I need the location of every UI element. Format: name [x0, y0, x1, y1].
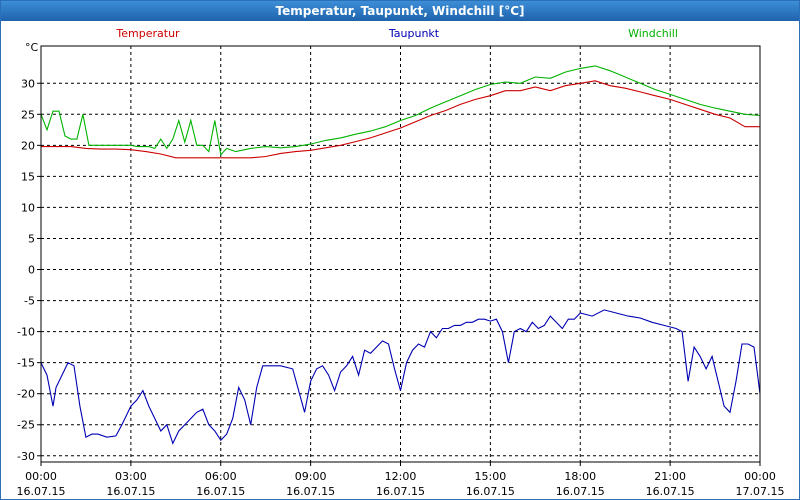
- y-axis: 30 25 20 15 10 5 0 -5 -10 -15 -20 -25 -30 °C: [17, 41, 41, 463]
- y-tick-label: 5: [28, 232, 35, 245]
- y-tick-label: -30: [17, 450, 35, 463]
- x-tick-label-time: 00:00: [744, 470, 776, 483]
- legend-taupunkt: Taupunkt: [388, 27, 440, 40]
- y-tick-label: 0: [28, 264, 35, 277]
- x-tick-label-time: 06:00: [205, 470, 237, 483]
- x-tick-label-date: 16.07.15: [376, 485, 425, 498]
- series-line-windchill: [40, 65, 761, 156]
- chart-window: Temperatur, Taupunkt, Windchill [°C] 30 2…: [0, 0, 800, 500]
- series-lines: [40, 65, 761, 445]
- y-tick-label: 20: [21, 139, 35, 152]
- y-tick-label: -5: [24, 295, 35, 308]
- grid-lines: [40, 46, 761, 462]
- x-tick-label-date: 16.07.15: [196, 485, 245, 498]
- x-tick-label-time: 12:00: [385, 470, 417, 483]
- x-tick-label-time: 00:00: [25, 470, 57, 483]
- y-tick-label: 25: [21, 108, 35, 121]
- y-tick-label: -25: [17, 419, 35, 432]
- y-axis-unit-label: °C: [25, 41, 39, 54]
- x-tick-label-time: 03:00: [115, 470, 147, 483]
- y-tick-label: 30: [21, 77, 35, 90]
- x-tick-label-time: 09:00: [295, 470, 327, 483]
- y-tick-label: -15: [17, 357, 35, 370]
- legend-temperatur: Temperatur: [115, 27, 180, 40]
- x-tick-label-date: 16.07.15: [106, 485, 155, 498]
- x-tick-label-date: 16.07.15: [556, 485, 605, 498]
- window-title: Temperatur, Taupunkt, Windchill [°C]: [1, 1, 799, 21]
- y-tick-label: -10: [17, 326, 35, 339]
- legend-windchill: Windchill: [628, 27, 678, 40]
- y-tick-label: -20: [17, 388, 35, 401]
- x-tick-label-time: 15:00: [475, 470, 507, 483]
- chart-plot: 30 25 20 15 10 5 0 -5 -10 -15 -20 -25 -30 °C 00:00 16.…: [17, 27, 785, 498]
- x-tick-label-date: 16.07.15: [646, 485, 695, 498]
- y-tick-label: 10: [21, 201, 35, 214]
- x-tick-label-date: 16.07.15: [466, 485, 515, 498]
- x-tick-label-date: 16.07.15: [286, 485, 335, 498]
- x-tick-label-date: 16.07.15: [17, 485, 66, 498]
- x-tick-label-time: 18:00: [564, 470, 596, 483]
- legend: Temperatur Taupunkt Windchill: [115, 27, 678, 40]
- x-axis: 00:00 16.07.15 03:00 16.07.15 06:00 16.07.15 0…: [17, 462, 785, 498]
- x-tick-label-date: 17.07.15: [736, 485, 785, 498]
- x-tick-label-time: 21:00: [654, 470, 686, 483]
- y-tick-label: 15: [21, 170, 35, 183]
